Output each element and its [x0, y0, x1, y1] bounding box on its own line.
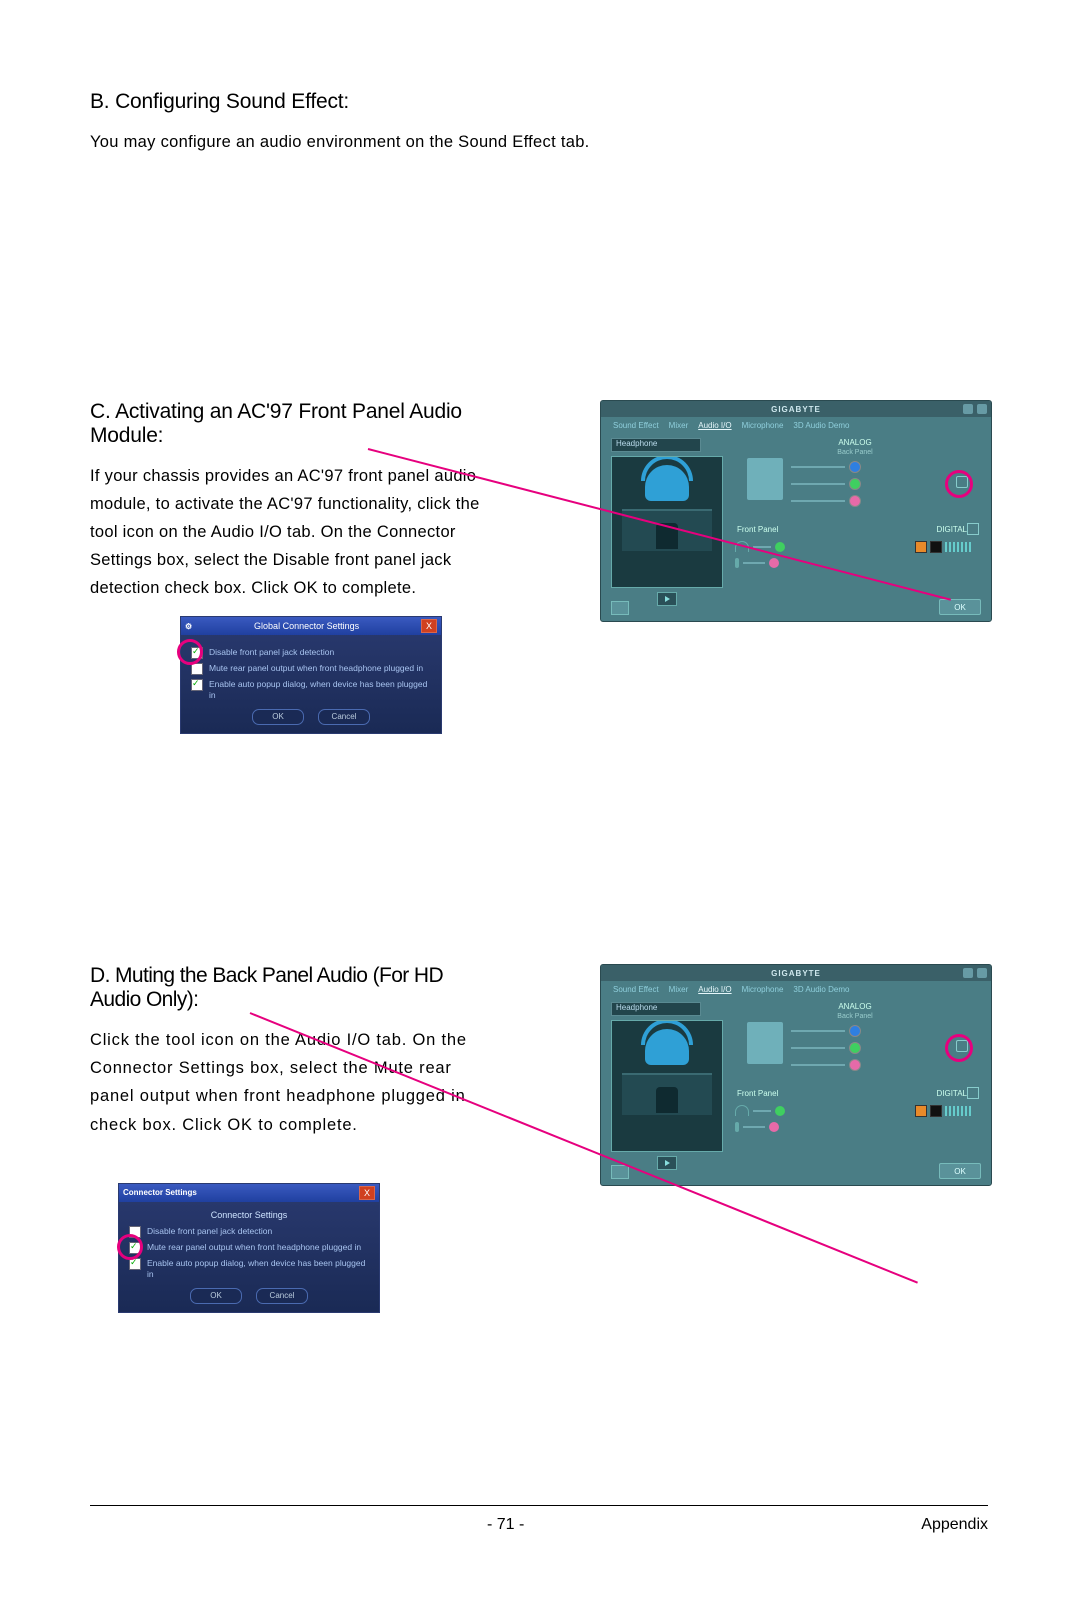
minimize-icon[interactable] — [963, 968, 973, 978]
section-d-body: Click the tool icon on the Audio I/O tab… — [90, 1026, 490, 1138]
analog-label: ANALOG — [729, 1002, 981, 1011]
highlight-circle-icon — [945, 1034, 973, 1062]
audio-tabs: Sound Effect Mixer Audio I/O Microphone … — [601, 417, 991, 434]
jack-mic-in[interactable] — [849, 495, 861, 507]
output-dropdown[interactable]: Headphone — [611, 438, 701, 452]
connector-settings-dialog: Connector Settings X Connector Settings … — [118, 1183, 380, 1313]
page-number: - 71 - — [487, 1516, 524, 1534]
ok-button[interactable]: OK — [939, 1163, 981, 1179]
front-panel-label: Front Panel — [737, 1089, 778, 1098]
audio-tabs: Sound Effect Mixer Audio I/O Microphone … — [601, 981, 991, 998]
dialog-subtitle: Connector Settings — [129, 1210, 369, 1220]
jack-line-in[interactable] — [849, 461, 861, 473]
headphones-icon — [645, 465, 689, 501]
front-panel-label: Front Panel — [737, 525, 778, 534]
front-jack-mic[interactable] — [769, 1122, 779, 1132]
info-icon[interactable] — [611, 601, 629, 615]
info-icon[interactable] — [611, 1165, 629, 1179]
jack-line-out[interactable] — [849, 478, 861, 490]
microphone-icon — [735, 1122, 739, 1132]
dialog-title: Global Connector Settings — [192, 621, 421, 631]
dialog-titlebar-text: Connector Settings — [123, 1188, 197, 1197]
brand-label: GIGABYTE — [771, 969, 821, 978]
back-panel-block — [747, 1022, 783, 1064]
highlight-circle-icon — [945, 470, 973, 498]
section-c-heading: C. Activating an AC'97 Front Panel Audio… — [90, 400, 490, 448]
jack-mic-in[interactable] — [849, 1059, 861, 1071]
headphone-icon — [735, 1105, 749, 1116]
spdif-icon[interactable] — [915, 1105, 927, 1117]
section-b-heading: B. Configuring Sound Effect: — [90, 90, 990, 114]
ok-button[interactable]: OK — [252, 709, 304, 725]
scene-preview — [611, 1020, 723, 1152]
digital-label: DIGITAL — [936, 525, 967, 534]
tab-microphone[interactable]: Microphone — [742, 985, 784, 994]
dialog-titlebar-icon: ⚙ — [185, 622, 192, 631]
audio-manager-panel: GIGABYTE Sound Effect Mixer Audio I/O Mi… — [600, 964, 992, 1186]
checkbox-label: Enable auto popup dialog, when device ha… — [209, 679, 431, 701]
checkbox-auto-popup[interactable] — [191, 679, 203, 691]
tab-audio-io[interactable]: Audio I/O — [698, 985, 731, 994]
front-jack-mic[interactable] — [769, 558, 779, 568]
microphone-icon — [735, 558, 739, 568]
headphones-icon — [645, 1029, 689, 1065]
back-panel-label: Back Panel — [729, 1013, 981, 1020]
tab-mixer[interactable]: Mixer — [669, 985, 689, 994]
spdif-icon[interactable] — [915, 541, 927, 553]
section-c-body: If your chassis provides an AC'97 front … — [90, 462, 490, 602]
tab-microphone[interactable]: Microphone — [742, 421, 784, 430]
footer-section: Appendix — [921, 1516, 988, 1534]
equalizer-icon — [945, 1106, 973, 1116]
close-icon[interactable]: X — [421, 619, 437, 633]
play-icon[interactable] — [657, 1156, 677, 1170]
cancel-button[interactable]: Cancel — [256, 1288, 308, 1304]
scene-preview — [611, 456, 723, 588]
digital-tool-icon[interactable] — [967, 523, 979, 535]
desk-graphic — [622, 509, 712, 551]
tab-sound-effect[interactable]: Sound Effect — [613, 985, 659, 994]
optical-icon[interactable] — [930, 1105, 942, 1117]
chair-graphic — [656, 1087, 678, 1113]
highlight-circle-icon — [117, 1234, 143, 1260]
back-panel-label: Back Panel — [729, 449, 981, 456]
jack-line-out[interactable] — [849, 1042, 861, 1054]
tab-3d-audio[interactable]: 3D Audio Demo — [793, 985, 849, 994]
jack-line-in[interactable] — [849, 1025, 861, 1037]
section-d-heading: D. Muting the Back Panel Audio (For HD A… — [90, 964, 490, 1012]
checkbox-label: Mute rear panel output when front headph… — [147, 1242, 361, 1253]
digital-tool-icon[interactable] — [967, 1087, 979, 1099]
equalizer-icon — [945, 542, 973, 552]
tab-mixer[interactable]: Mixer — [669, 421, 689, 430]
tab-audio-io[interactable]: Audio I/O — [698, 421, 731, 430]
checkbox-label: Disable front panel jack detection — [209, 647, 334, 658]
cancel-button[interactable]: Cancel — [318, 709, 370, 725]
close-icon[interactable]: X — [359, 1186, 375, 1200]
connector-settings-dialog: ⚙ Global Connector Settings X Disable fr… — [180, 616, 442, 734]
minimize-icon[interactable] — [963, 404, 973, 414]
front-jack-hp[interactable] — [775, 542, 785, 552]
back-panel-block — [747, 458, 783, 500]
optical-icon[interactable] — [930, 541, 942, 553]
tab-sound-effect[interactable]: Sound Effect — [613, 421, 659, 430]
desk-graphic — [622, 1073, 712, 1115]
ok-button[interactable]: OK — [190, 1288, 242, 1304]
front-jack-hp[interactable] — [775, 1106, 785, 1116]
close-icon[interactable] — [977, 968, 987, 978]
checkbox-label: Disable front panel jack detection — [147, 1226, 272, 1237]
tab-3d-audio[interactable]: 3D Audio Demo — [793, 421, 849, 430]
audio-manager-panel: GIGABYTE Sound Effect Mixer Audio I/O Mi… — [600, 400, 992, 622]
checkbox-label: Mute rear panel output when front headph… — [209, 663, 423, 674]
ok-button[interactable]: OK — [939, 599, 981, 615]
section-b-body: You may configure an audio environment o… — [90, 128, 990, 156]
checkbox-label: Enable auto popup dialog, when device ha… — [147, 1258, 369, 1280]
close-icon[interactable] — [977, 404, 987, 414]
play-icon[interactable] — [657, 592, 677, 606]
brand-label: GIGABYTE — [771, 405, 821, 414]
checkbox-mute-rear[interactable] — [191, 663, 203, 675]
digital-label: DIGITAL — [936, 1089, 967, 1098]
output-dropdown[interactable]: Headphone — [611, 1002, 701, 1016]
analog-label: ANALOG — [729, 438, 981, 447]
